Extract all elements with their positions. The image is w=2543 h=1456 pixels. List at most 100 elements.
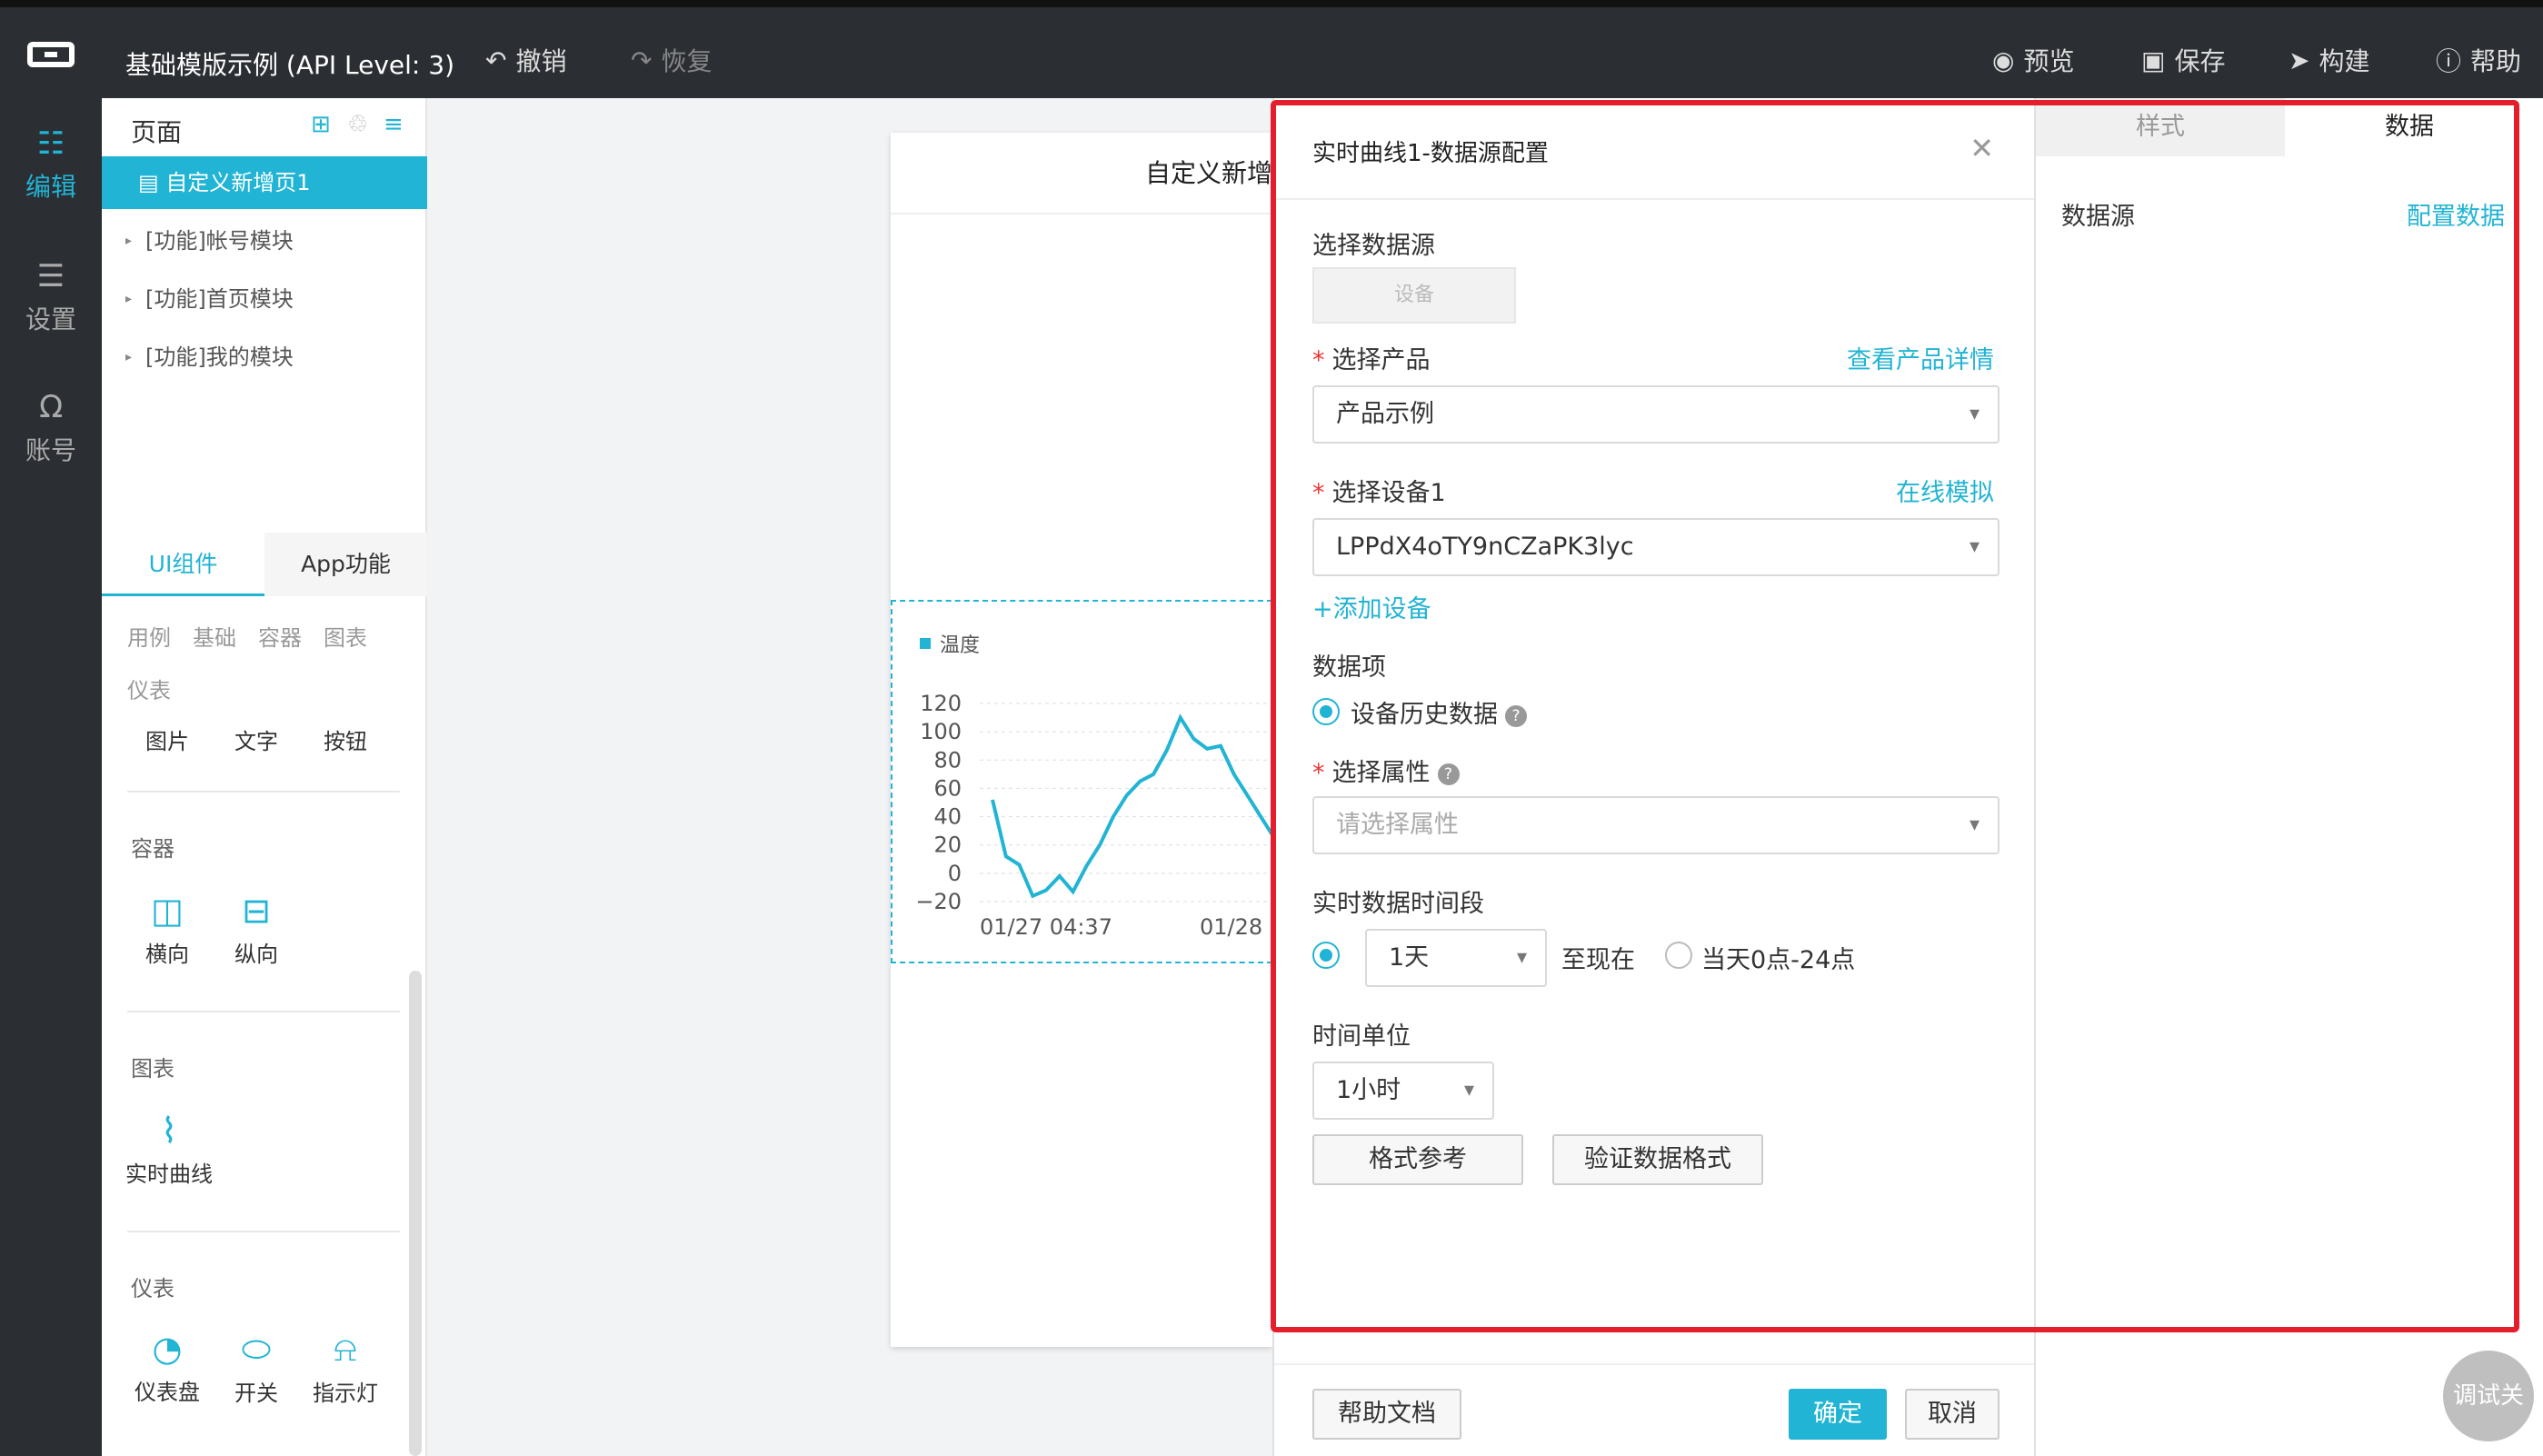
help-button[interactable]: ⓘ 帮助 bbox=[2436, 42, 2521, 78]
page-item-mine[interactable]: ▸ [功能]我的模块 bbox=[102, 331, 427, 384]
columns-icon: ◫ bbox=[151, 891, 184, 931]
component-gauge[interactable]: ◔ 仪表盘 bbox=[135, 1329, 200, 1406]
nav-edit[interactable]: ☷ 编辑 bbox=[0, 125, 102, 204]
preview-button[interactable]: ◉ 预览 bbox=[1992, 42, 2074, 78]
format-reference-button[interactable]: 格式参考 bbox=[1312, 1134, 1523, 1185]
tab-style[interactable]: 样式 bbox=[2036, 98, 2285, 156]
undo-icon: ↶ bbox=[485, 45, 507, 75]
component-indicator[interactable]: ⍾ 指示灯 bbox=[313, 1329, 378, 1407]
nav-account-label: 账号 bbox=[25, 435, 76, 465]
component-switch[interactable]: ⬭ 开关 bbox=[234, 1329, 278, 1407]
save-button[interactable]: ▣ 保存 bbox=[2141, 42, 2225, 78]
component-text[interactable]: 文字 bbox=[234, 723, 278, 755]
redo-button[interactable]: ↷ 恢复 bbox=[631, 42, 712, 78]
caret-right-icon: ▸ bbox=[125, 292, 133, 306]
app-title: 基础模版示例 (API Level: 3) bbox=[125, 50, 455, 80]
toggle-icon: ⬭ bbox=[241, 1329, 272, 1369]
tab-ui-components[interactable]: UI组件 bbox=[102, 533, 264, 596]
product-select[interactable]: 产品示例 bbox=[1312, 385, 1999, 444]
category-usecase[interactable]: 用例 bbox=[127, 625, 171, 651]
line-chart-icon: ⌇ bbox=[160, 1111, 178, 1151]
category-chart[interactable]: 图表 bbox=[324, 625, 367, 651]
history-data-radio[interactable] bbox=[1312, 698, 1340, 725]
source-device-option[interactable]: 设备 bbox=[1312, 267, 1516, 324]
time-range-label: 实时数据时间段 bbox=[1312, 890, 1484, 918]
data-item-label: 数据项 bbox=[1312, 653, 1386, 682]
help-icon[interactable]: ? bbox=[1505, 704, 1527, 727]
ok-button[interactable]: 确定 bbox=[1789, 1389, 1887, 1440]
component-tabs: UI组件 App功能 bbox=[102, 533, 427, 596]
component-label: 实时曲线 bbox=[125, 1162, 213, 1187]
data-source-label: 数据源 bbox=[2061, 203, 2135, 231]
nav-settings-label: 设置 bbox=[25, 304, 76, 334]
gauge-icon: ◔ bbox=[152, 1329, 183, 1369]
component-label: 指示灯 bbox=[313, 1381, 378, 1406]
divider bbox=[127, 791, 400, 793]
nav-account[interactable]: Ω 账号 bbox=[0, 389, 102, 467]
build-button[interactable]: ➤ 构建 bbox=[2289, 42, 2369, 78]
to-now-radio[interactable] bbox=[1312, 942, 1340, 969]
menu-icon[interactable]: ≡ bbox=[384, 111, 404, 138]
page-item-account[interactable]: ▸ [功能]帐号模块 bbox=[102, 214, 427, 267]
choose-product-text: 选择产品 bbox=[1331, 346, 1431, 374]
nav-settings[interactable]: ☰ 设置 bbox=[0, 258, 102, 336]
page-item-label: 自定义新增页1 bbox=[165, 170, 311, 195]
save-icon: ▣ bbox=[2141, 45, 2166, 75]
page-item-home[interactable]: ▸ [功能]首页模块 bbox=[102, 273, 427, 325]
rows-icon: ⊟ bbox=[242, 891, 271, 931]
chart-svg: 120 100 8060 40 20 0 −20 01/27 04:37 01/28 0 bbox=[915, 691, 1271, 940]
y-tick-label: 40 bbox=[933, 804, 962, 830]
tab-app-functions[interactable]: App功能 bbox=[264, 533, 427, 596]
component-horizontal[interactable]: ◫ 横向 bbox=[145, 891, 189, 968]
add-page-icon[interactable]: ⊞ bbox=[311, 111, 331, 138]
category-basic[interactable]: 基础 bbox=[193, 625, 236, 651]
cancel-button[interactable]: 取消 bbox=[1905, 1389, 1999, 1440]
to-now-label: 至现在 bbox=[1561, 946, 1635, 974]
left-nav: ☷ 编辑 ☰ 设置 Ω 账号 bbox=[0, 98, 102, 1456]
close-icon[interactable]: ✕ bbox=[1970, 131, 1994, 165]
divider bbox=[127, 1231, 400, 1232]
choose-product-label: * 选择产品 bbox=[1312, 340, 1431, 375]
debug-toggle-button[interactable]: 调试关 bbox=[2443, 1351, 2534, 1441]
section-meter-title: 仪表 bbox=[131, 1276, 175, 1301]
delete-icon[interactable]: ♲ bbox=[347, 111, 368, 138]
config-data-link[interactable]: 配置数据 bbox=[2407, 196, 2505, 232]
y-tick-label: 80 bbox=[933, 747, 962, 773]
verify-format-button[interactable]: 验证数据格式 bbox=[1552, 1134, 1763, 1185]
component-vertical[interactable]: ⊟ 纵向 bbox=[234, 891, 278, 968]
category-meter[interactable]: 仪表 bbox=[127, 678, 171, 703]
category-container[interactable]: 容器 bbox=[258, 625, 302, 651]
add-device-link[interactable]: +添加设备 bbox=[1312, 589, 1431, 624]
component-realtime-curve[interactable]: ⌇ 实时曲线 bbox=[125, 1111, 213, 1188]
realtime-chart[interactable]: 温度 120100806040200−2001/27 04:3701/28 0 bbox=[891, 600, 1272, 963]
undo-label: 撤销 bbox=[515, 46, 567, 76]
datasource-dialog: 实时曲线1-数据源配置 ✕ 选择数据源 设备 * 选择产品 查看产品详情 产品示例… bbox=[1272, 98, 2036, 1456]
time-unit-select[interactable]: 1小时 bbox=[1312, 1062, 1494, 1120]
send-icon: ➤ bbox=[2289, 45, 2310, 75]
required-mark: * bbox=[1312, 479, 1325, 507]
today-range-label: 当天0点-24点 bbox=[1701, 946, 1856, 974]
today-range-radio[interactable] bbox=[1665, 942, 1692, 969]
component-label: 仪表盘 bbox=[135, 1380, 200, 1405]
page-item-custom[interactable]: ▤ 自定义新增页1 bbox=[102, 156, 427, 209]
scrollbar[interactable] bbox=[409, 971, 422, 1456]
range-select[interactable]: 1天 bbox=[1365, 929, 1547, 987]
component-label: 开关 bbox=[234, 1381, 278, 1406]
category-filters-row2: 仪表 bbox=[127, 673, 193, 704]
help-doc-button[interactable]: 帮助文档 bbox=[1312, 1389, 1461, 1440]
attribute-select[interactable]: 请选择属性 bbox=[1312, 796, 1999, 854]
device-select[interactable]: LPPdX4oTY9nCZaPK3lyc bbox=[1312, 518, 1999, 576]
help-icon[interactable]: ? bbox=[1437, 763, 1460, 785]
logo-icon bbox=[27, 42, 75, 67]
online-sim-link[interactable]: 在线模拟 bbox=[1896, 473, 1994, 508]
pages-header: 页面 ⊞ ♲ ≡ bbox=[102, 98, 427, 156]
dialog-title: 实时曲线1-数据源配置 bbox=[1312, 140, 1549, 167]
view-product-link[interactable]: 查看产品详情 bbox=[1847, 340, 1994, 375]
component-panel: 页面 ⊞ ♲ ≡ ▤ 自定义新增页1 ▸ [功能]帐号模块 ▸ [功能]首页模块 ▸… bbox=[102, 98, 427, 1456]
component-image[interactable]: 图片 bbox=[145, 723, 189, 755]
page-item-label: [功能]帐号模块 bbox=[145, 228, 294, 254]
undo-button[interactable]: ↶ 撤销 bbox=[485, 42, 566, 78]
component-button[interactable]: 按钮 bbox=[324, 723, 367, 755]
tab-data[interactable]: 数据 bbox=[2285, 98, 2534, 156]
help-label: 帮助 bbox=[2470, 46, 2522, 76]
